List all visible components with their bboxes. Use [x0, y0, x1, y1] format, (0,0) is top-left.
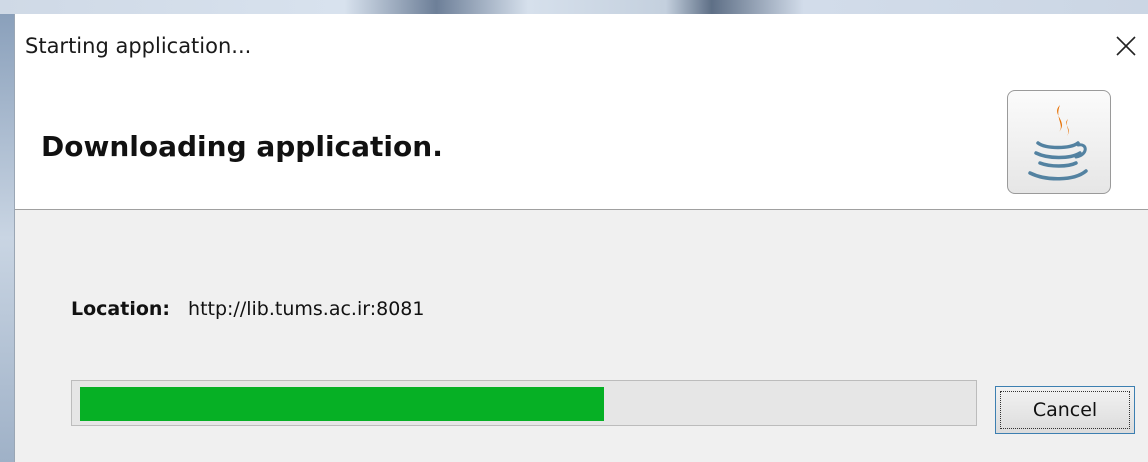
download-progress-bar [71, 380, 977, 426]
dialog-heading: Downloading application. [41, 130, 443, 163]
close-button[interactable] [1104, 24, 1148, 68]
window-title: Starting application... [25, 34, 252, 58]
body-panel: Location: http://lib.tums.ac.ir:8081 Canc… [15, 210, 1148, 462]
cancel-button[interactable]: Cancel [995, 386, 1135, 434]
location-value: http://lib.tums.ac.ir:8081 [188, 298, 425, 320]
java-download-dialog: Starting application... Downloading appl… [14, 14, 1148, 462]
title-bar[interactable]: Starting application... [15, 14, 1148, 72]
desktop-background-left [0, 14, 14, 462]
java-logo [1007, 90, 1111, 194]
cancel-button-label: Cancel [1032, 399, 1098, 421]
header-panel: Downloading application. [15, 72, 1148, 210]
location-label: Location: [71, 298, 171, 320]
java-coffee-cup-icon [1028, 105, 1088, 181]
close-icon [1116, 36, 1136, 56]
progress-fill [80, 387, 604, 421]
location-row: Location: http://lib.tums.ac.ir:8081 [71, 298, 424, 320]
desktop-background [0, 0, 1148, 14]
